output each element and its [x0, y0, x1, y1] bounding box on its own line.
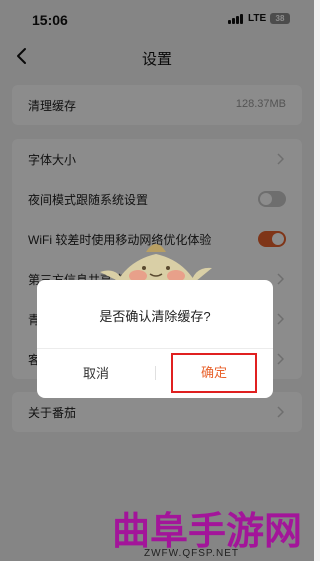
- dialog-message: 是否确认清除缓存?: [99, 309, 211, 324]
- dialog-button-divider: [155, 366, 156, 380]
- clear-cache-dialog: 是否确认清除缓存? 取消 确定: [37, 280, 273, 398]
- watermark-url: ZWFW.QFSP.NET: [144, 548, 240, 559]
- confirm-button[interactable]: 确定: [171, 353, 257, 393]
- watermark-title: 曲阜手游网: [112, 509, 303, 553]
- watermark: 曲阜手游网 ZWFW.QFSP.NET: [100, 500, 314, 561]
- cancel-button[interactable]: 取消: [37, 349, 155, 398]
